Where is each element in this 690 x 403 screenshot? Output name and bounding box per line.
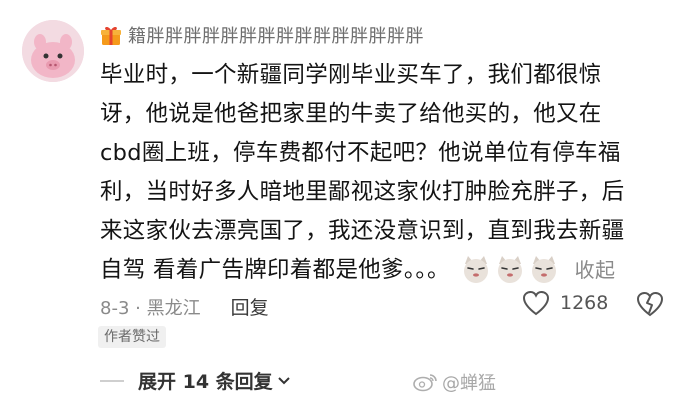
like-count: 1268 xyxy=(560,292,609,314)
gift-icon xyxy=(101,26,121,45)
avatar[interactable] xyxy=(22,20,84,82)
cat-face-emoji-icon xyxy=(498,255,523,283)
emoji-group xyxy=(461,254,559,284)
cat-face-emoji-icon xyxy=(464,255,489,283)
expand-replies-label[interactable]: 展开 14 条回复 xyxy=(138,367,273,394)
chevron-down-icon xyxy=(277,376,290,384)
divider xyxy=(100,379,124,382)
weibo-logo-icon xyxy=(413,374,437,392)
broken-heart-icon xyxy=(636,291,664,317)
comment-line: 讶，他说是他爸把家里的牛卖了给他买的，他又在 xyxy=(100,101,602,127)
cat-face-emoji-icon xyxy=(532,255,557,283)
comment-line: 利，当时好多人暗地里鄙视这家伙打肿脸充胖子，后 xyxy=(100,179,625,205)
pig-avatar-icon xyxy=(22,20,84,82)
comment-meta: 8-3 · 黑龙江 回复 xyxy=(100,293,269,320)
username-row: 籍胖胖胖胖胖胖胖胖胖胖胖胖胖胖胖 xyxy=(100,22,424,48)
heart-icon xyxy=(522,290,550,316)
dislike-button[interactable] xyxy=(636,291,664,321)
comment-line: 来这家伙去漂亮国了，我还没意识到，直到我去新疆 xyxy=(100,218,625,244)
expand-replies[interactable]: 展开 14 条回复 xyxy=(100,367,291,394)
like-button[interactable]: 1268 xyxy=(522,290,608,316)
watermark-text: @蝉猛 xyxy=(442,373,496,394)
comment-line-last: 自驾 看着广告牌印着都是他爹。。。 收起 xyxy=(100,251,660,290)
comment-text: 毕业时，一个新疆同学刚毕业买车了，我们都很惊 讶，他说是他爸把家里的牛卖了给他买… xyxy=(100,56,660,290)
reply-button[interactable]: 回复 xyxy=(231,293,269,320)
username[interactable]: 籍胖胖胖胖胖胖胖胖胖胖胖胖胖胖胖 xyxy=(128,22,424,48)
collapse-link[interactable]: 收起 xyxy=(575,258,616,282)
comment-line: 毕业时，一个新疆同学刚毕业买车了，我们都很惊 xyxy=(100,62,602,88)
author-liked-badge: 作者赞过 xyxy=(98,326,166,348)
comment-line: 自驾 看着广告牌印着都是他爹。。。 xyxy=(100,257,450,283)
watermark: @蝉猛 xyxy=(412,369,496,395)
comment-line: cbd圈上班，停车费都付不起吧？他说单位有停车福 xyxy=(100,140,621,166)
date-location: 8-3 · 黑龙江 xyxy=(100,297,201,319)
